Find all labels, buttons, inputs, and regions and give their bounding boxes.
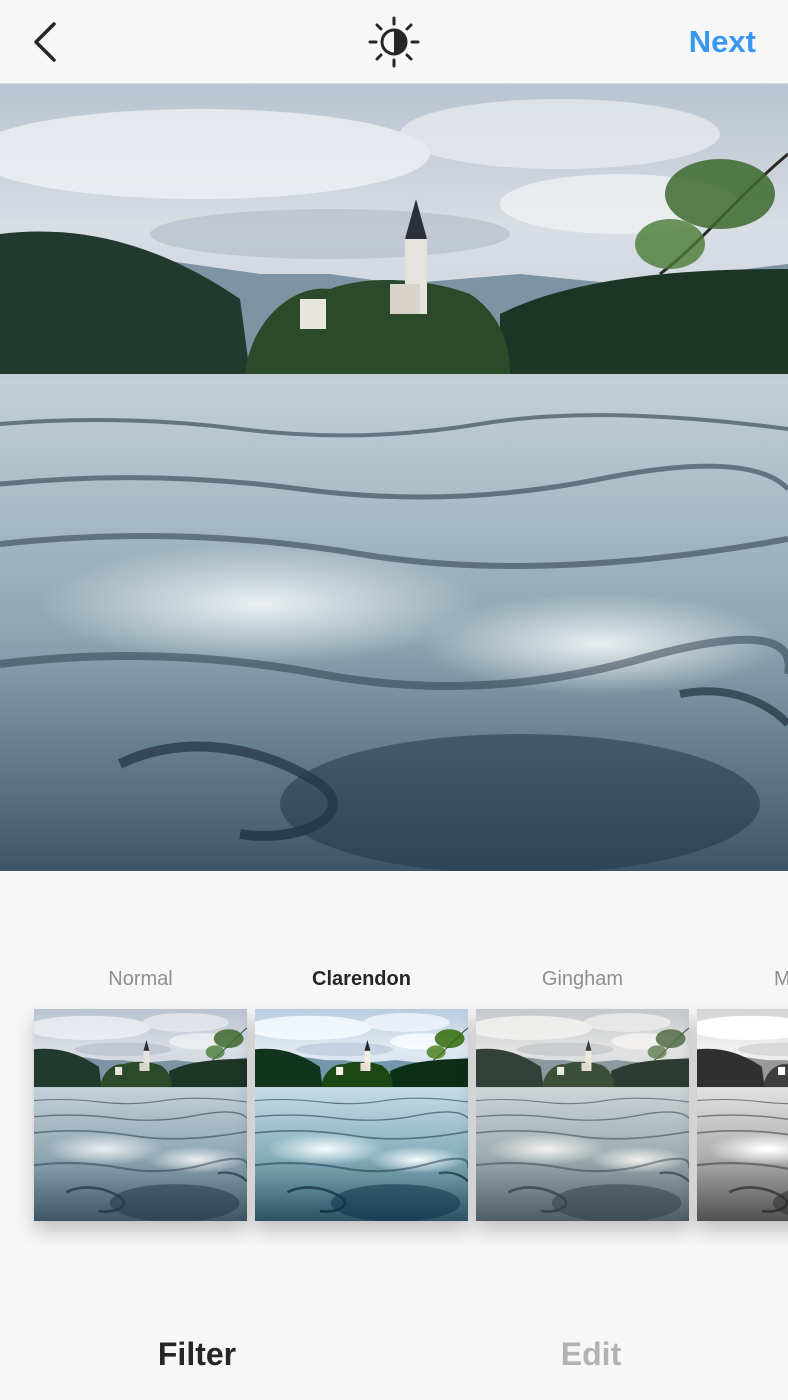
photo-preview bbox=[0, 84, 788, 871]
filter-thumbnail[interactable] bbox=[34, 1009, 247, 1221]
filter-thumbnail[interactable] bbox=[476, 1009, 689, 1221]
chevron-left-icon bbox=[34, 22, 56, 62]
sun-half-icon bbox=[368, 16, 420, 68]
filter-strip[interactable]: Normal Clarendon Gingham M bbox=[0, 955, 788, 1245]
filter-gingham[interactable]: Gingham bbox=[476, 955, 689, 1221]
next-button[interactable]: Next bbox=[689, 22, 756, 62]
filter-thumbnail[interactable] bbox=[697, 1009, 788, 1221]
filter-thumbnail[interactable] bbox=[255, 1009, 468, 1221]
lux-button[interactable] bbox=[368, 16, 420, 68]
lake-church-photo bbox=[0, 84, 788, 871]
back-button[interactable] bbox=[22, 18, 70, 66]
filter-label: Normal bbox=[108, 968, 173, 990]
filter-label: Clarendon bbox=[312, 968, 411, 990]
filter-moon[interactable]: M bbox=[697, 955, 788, 1221]
filter-normal[interactable]: Normal bbox=[34, 955, 247, 1221]
filter-label: M bbox=[774, 968, 788, 990]
tab-edit[interactable]: Edit bbox=[394, 1336, 788, 1373]
top-bar: Next bbox=[0, 0, 788, 84]
tab-filter[interactable]: Filter bbox=[0, 1336, 394, 1373]
filter-label: Gingham bbox=[541, 968, 624, 990]
bottom-tabs: Filter Edit bbox=[0, 1318, 788, 1400]
filter-clarendon[interactable]: Clarendon bbox=[255, 955, 468, 1221]
